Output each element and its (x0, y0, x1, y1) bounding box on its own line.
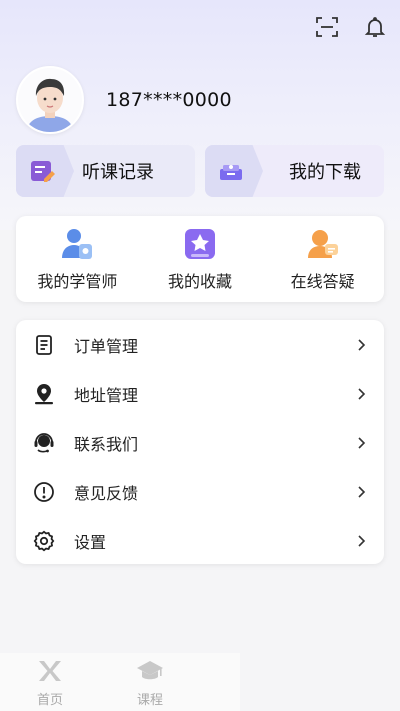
gear-icon (32, 529, 56, 553)
tab-home[interactable]: 首页 (0, 653, 100, 711)
user-phone: 187****0000 (106, 89, 232, 111)
menu-item-feedback[interactable]: 意见反馈 (16, 467, 384, 516)
home-logo-icon (39, 661, 61, 681)
chevron-right-icon (358, 436, 366, 449)
download-box-icon (220, 165, 242, 180)
tab-courses[interactable]: 课程 (100, 653, 200, 711)
chevron-right-icon (358, 485, 366, 498)
tab-label: 课程 (136, 693, 163, 708)
quick-actions: 听课记录 我的下载 (16, 145, 384, 197)
feature-label: 我的收藏 (167, 272, 232, 291)
top-toolbar (314, 14, 388, 40)
headset-icon (32, 431, 56, 455)
tutor-icon (62, 229, 93, 259)
bell-icon[interactable] (362, 14, 388, 40)
chevron-right-icon (358, 534, 366, 547)
chevron-right-icon (358, 387, 366, 400)
exclamation-circle-icon (32, 480, 56, 504)
profile-section: 187****0000 (16, 66, 232, 134)
graduation-cap-icon (137, 661, 163, 680)
chevron-right-icon (358, 338, 366, 351)
my-downloads-button[interactable]: 我的下载 (205, 145, 384, 197)
menu-item-label: 地址管理 (74, 385, 139, 405)
scan-icon[interactable] (314, 14, 340, 40)
menu-item-label: 意见反馈 (74, 483, 139, 503)
online-qa-button[interactable]: 在线答疑 (268, 226, 378, 292)
my-tutor-button[interactable]: 我的学管师 (22, 226, 132, 292)
menu-item-address[interactable]: 地址管理 (16, 369, 384, 418)
favorites-star-icon (184, 229, 215, 259)
tab-label: 首页 (36, 693, 63, 708)
menu-item-contact[interactable]: 联系我们 (16, 418, 384, 467)
menu-item-label: 订单管理 (74, 336, 139, 356)
quick-action-label: 听课记录 (82, 162, 154, 183)
avatar[interactable] (16, 66, 84, 134)
location-icon (32, 382, 56, 406)
menu-item-orders[interactable]: 订单管理 (16, 320, 384, 369)
feature-card: 我的学管师 我的收藏 在线答疑 (16, 216, 384, 302)
my-favorites-button[interactable]: 我的收藏 (145, 226, 255, 292)
feature-label: 在线答疑 (290, 272, 355, 291)
quick-action-label: 我的下载 (289, 162, 361, 183)
feature-label: 我的学管师 (37, 272, 118, 291)
listening-record-icon (31, 161, 55, 182)
menu-item-settings[interactable]: 设置 (16, 516, 384, 565)
document-icon (32, 333, 56, 357)
menu-item-label: 联系我们 (74, 434, 139, 454)
listening-record-button[interactable]: 听课记录 (16, 145, 195, 197)
bottom-tab-bar: 首页 课程 (0, 653, 240, 711)
menu-item-label: 设置 (74, 532, 107, 552)
menu-list: 订单管理 地址管理 联系我们 意见反馈 设置 (16, 320, 384, 564)
online-qa-icon (307, 230, 338, 258)
